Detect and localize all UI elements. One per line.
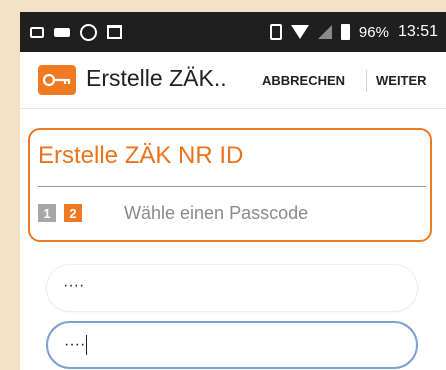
step-indicator-1: 1 — [38, 204, 56, 222]
passcode-value: ···· — [63, 277, 85, 294]
vibrate-icon — [269, 24, 282, 40]
phone-screen: 96% 13:51 Erstelle ZÄK.. ABBRECHEN WEITE… — [20, 12, 446, 370]
battery-icon — [340, 24, 350, 40]
confirm-passcode-wrap: ···· — [64, 335, 88, 355]
keyboard-icon — [54, 27, 70, 37]
action-divider — [366, 70, 367, 92]
create-id-card: Erstelle ZÄK NR ID 1 2 Wähle einen Passc… — [28, 128, 432, 242]
card-divider — [38, 186, 426, 187]
step-label: Wähle einen Passcode — [124, 203, 309, 223]
image-icon — [30, 26, 44, 38]
app-title: Erstelle ZÄK.. — [86, 65, 227, 91]
step-indicator-2: 2 — [64, 204, 82, 222]
card-title: Erstelle ZÄK NR ID — [38, 142, 244, 169]
app-bar: Erstelle ZÄK.. ABBRECHEN WEITER — [20, 52, 446, 109]
next-button[interactable]: WEITER — [376, 73, 427, 88]
confirm-passcode-input[interactable]: ···· — [46, 321, 418, 369]
shopping-bag-icon — [107, 25, 122, 39]
signal-icon — [317, 25, 332, 39]
key-icon — [42, 73, 71, 87]
clock: 13:51 — [397, 23, 438, 40]
key-logo-icon — [38, 65, 76, 95]
passcode-input[interactable]: ···· — [46, 264, 418, 312]
status-bar-right-icons: 96% 13:51 — [269, 12, 438, 52]
cancel-button[interactable]: ABBRECHEN — [262, 73, 345, 88]
status-bar-left-icons — [30, 12, 122, 52]
wifi-icon — [290, 25, 309, 39]
app-icon — [80, 23, 97, 41]
battery-percentage: 96% — [358, 23, 389, 41]
status-bar: 96% 13:51 — [20, 12, 446, 52]
confirm-passcode-value: ···· — [64, 336, 86, 354]
text-cursor — [86, 335, 88, 355]
